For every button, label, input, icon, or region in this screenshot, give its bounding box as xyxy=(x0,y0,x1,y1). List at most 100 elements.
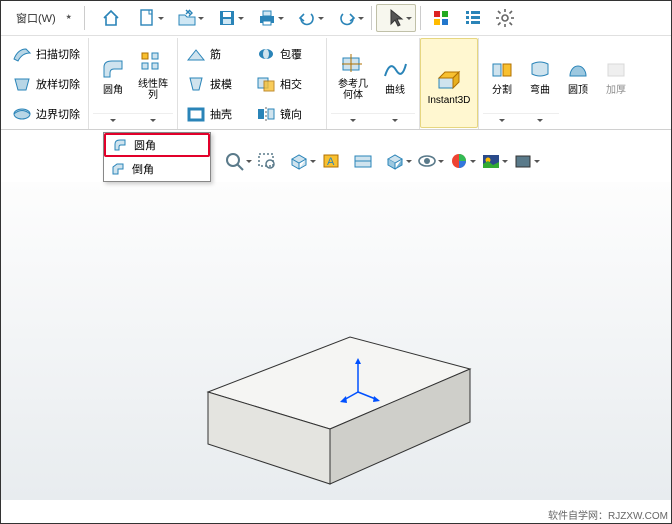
pattern-icon xyxy=(139,49,167,77)
fillet-group: 圆角 线性阵 列 xyxy=(89,38,178,129)
print-button[interactable] xyxy=(247,4,287,32)
sweep-cut-label: 扫描切除 xyxy=(36,46,80,62)
rib-button[interactable]: 筋 xyxy=(182,40,252,68)
view-toolbar: A xyxy=(220,148,538,174)
curves-label: 曲线 xyxy=(385,85,405,96)
thicken-label: 加厚 xyxy=(606,85,626,96)
loft-cut-button[interactable]: 放样切除 xyxy=(8,70,84,98)
popup-fillet-item[interactable]: 圆角 xyxy=(104,133,210,157)
boundary-cut-icon xyxy=(12,104,32,124)
shell-button[interactable]: 抽壳 xyxy=(182,100,252,128)
sweep-cut-icon xyxy=(12,44,32,64)
ref-geometry-label: 参考几 何体 xyxy=(338,79,368,101)
svg-text:A: A xyxy=(327,156,335,168)
linear-pattern-button[interactable]: 线性阵 列 xyxy=(133,38,173,108)
boundary-cut-label: 边界切除 xyxy=(36,106,80,122)
split-icon xyxy=(488,55,516,83)
zoom-area-button[interactable] xyxy=(252,148,282,174)
pattern-label: 线性阵 列 xyxy=(138,79,168,101)
flex-dropdown[interactable] xyxy=(521,113,559,129)
view-orientation-button[interactable] xyxy=(284,148,314,174)
sweep-cut-button[interactable]: 扫描切除 xyxy=(8,40,84,68)
curves-dropdown[interactable] xyxy=(375,113,415,129)
open-button[interactable] xyxy=(167,4,207,32)
graphics-area[interactable] xyxy=(0,182,672,500)
flex-label: 弯曲 xyxy=(530,85,550,96)
pattern-dropdown[interactable] xyxy=(133,113,173,129)
dome-icon xyxy=(564,55,592,83)
mirror-label: 镜向 xyxy=(280,106,302,122)
popup-chamfer-label: 倒角 xyxy=(132,161,154,177)
curves-button[interactable]: 曲线 xyxy=(375,38,415,108)
split-dropdown[interactable] xyxy=(483,113,521,129)
separator xyxy=(84,6,85,30)
save-button[interactable] xyxy=(207,4,247,32)
split-label: 分割 xyxy=(492,85,512,96)
chamfer-small-icon xyxy=(110,161,126,177)
shell-icon xyxy=(186,104,206,124)
mirror-icon xyxy=(256,104,276,124)
wrap-icon xyxy=(256,44,276,64)
dome-label: 圆顶 xyxy=(568,85,588,96)
loft-cut-label: 放样切除 xyxy=(36,76,80,92)
fillet-small-icon xyxy=(112,137,128,153)
intersect-label: 相交 xyxy=(280,76,302,92)
list-button[interactable] xyxy=(457,4,489,32)
fillet-dropdown[interactable] xyxy=(93,113,133,129)
loft-cut-icon xyxy=(12,74,32,94)
fillet-popup-menu: 圆角 倒角 xyxy=(103,132,211,182)
rib-label: 筋 xyxy=(210,46,221,62)
redo-button[interactable] xyxy=(327,4,367,32)
thicken-button: 加厚 xyxy=(597,38,635,108)
rib-icon xyxy=(186,44,206,64)
render-button[interactable] xyxy=(508,148,538,174)
fillet-icon xyxy=(99,55,127,83)
popup-fillet-label: 圆角 xyxy=(134,137,156,153)
separator xyxy=(420,6,421,30)
flex-icon xyxy=(526,55,554,83)
flex-button[interactable]: 弯曲 xyxy=(521,38,559,108)
new-button[interactable] xyxy=(127,4,167,32)
popup-chamfer-item[interactable]: 倒角 xyxy=(104,157,210,181)
thicken-icon xyxy=(602,55,630,83)
dynamic-annotation-button[interactable] xyxy=(348,148,378,174)
select-tool[interactable] xyxy=(376,4,416,32)
instant3d-label: Instant3D xyxy=(428,95,471,106)
draft-button[interactable]: 拔模 xyxy=(182,70,252,98)
wrap-button[interactable]: 包覆 xyxy=(252,40,322,68)
display-style-button[interactable] xyxy=(380,148,410,174)
zoom-fit-button[interactable] xyxy=(220,148,250,174)
curves-icon xyxy=(381,55,409,83)
intersect-button[interactable]: 相交 xyxy=(252,70,322,98)
ref-geometry-dropdown[interactable] xyxy=(331,113,375,129)
hide-show-button[interactable] xyxy=(412,148,442,174)
direct-edit-group: 分割 弯曲 圆顶 加厚 xyxy=(479,38,639,129)
mirror-button[interactable]: 镜向 xyxy=(252,100,322,128)
shell-label: 抽壳 xyxy=(210,106,232,122)
feature-group: 筋 包覆 拔模 相交 抽壳 镜向 xyxy=(178,38,327,129)
intersect-icon xyxy=(256,74,276,94)
boundary-cut-button[interactable]: 边界切除 xyxy=(8,100,84,128)
menu-dropdown-icon[interactable]: ⭑ xyxy=(66,11,72,24)
section-view-button[interactable]: A xyxy=(316,148,346,174)
instant3d-icon xyxy=(435,65,463,93)
cut-group: 扫描切除 放样切除 边界切除 xyxy=(4,38,89,129)
window-menu[interactable]: 窗口(W) xyxy=(6,8,66,28)
watermark: 软件自学网：RJZXW.COM xyxy=(548,507,668,522)
dome-button[interactable]: 圆顶 xyxy=(559,38,597,108)
home-button[interactable] xyxy=(95,4,127,32)
instant3d-button[interactable]: Instant3D xyxy=(420,38,478,128)
reference-group: 参考几 何体 曲线 xyxy=(327,38,420,129)
ref-geometry-icon xyxy=(339,49,367,77)
fillet-button[interactable]: 圆角 xyxy=(93,38,133,108)
color-button[interactable] xyxy=(425,4,457,32)
draft-label: 拔模 xyxy=(210,76,232,92)
scene-button[interactable] xyxy=(476,148,506,174)
settings-button[interactable] xyxy=(489,4,521,32)
split-button[interactable]: 分割 xyxy=(483,38,521,108)
instant3d-group: Instant3D xyxy=(420,38,479,129)
ref-geometry-button[interactable]: 参考几 何体 xyxy=(331,38,375,108)
fillet-label: 圆角 xyxy=(103,85,123,96)
undo-button[interactable] xyxy=(287,4,327,32)
appearance-button[interactable] xyxy=(444,148,474,174)
